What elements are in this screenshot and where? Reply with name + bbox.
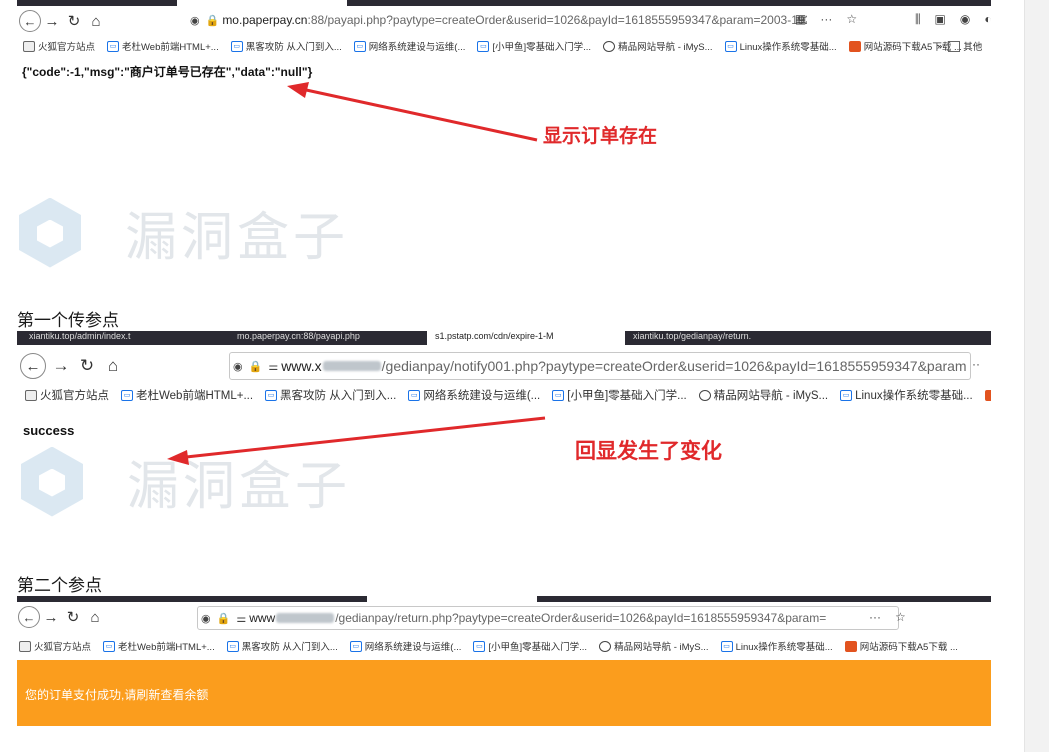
caption-first: 第一个传参点 bbox=[17, 311, 119, 331]
more-icon[interactable]: ··· bbox=[869, 610, 881, 624]
bookmark-item[interactable]: 精品网站导航 - iMyS... bbox=[599, 639, 709, 653]
url-path: /gedianpay/return.php?paytype=createOrde… bbox=[335, 611, 827, 625]
bookmark-item[interactable]: 网站源码下载A5下载 ... bbox=[844, 639, 958, 653]
bookmark-item[interactable]: ▭ 黑客攻防 从入门到入... bbox=[226, 639, 338, 653]
star-icon[interactable]: ☆ bbox=[895, 610, 906, 624]
back-arrow-icon[interactable]: ← bbox=[18, 606, 40, 628]
bookmark-item[interactable]: ▭ [小甲鱼]零基础入门学... bbox=[473, 639, 587, 653]
banner-message: 您的订单支付成功,请刷新查看余额 bbox=[25, 688, 209, 702]
a5-icon bbox=[844, 640, 857, 652]
reload-icon[interactable]: ↻ bbox=[62, 606, 84, 628]
url-host: www bbox=[249, 611, 276, 625]
bookmark-item[interactable]: ▭ Linux操作系统零基础... bbox=[720, 639, 833, 653]
bilibili-icon: ▭ bbox=[103, 640, 116, 652]
right-scroll-rail[interactable] bbox=[1024, 0, 1049, 752]
toolbar-right: ··· ☆ bbox=[869, 610, 906, 624]
bookmark-item[interactable]: ▭ 网络系统建设与运维(... bbox=[349, 639, 461, 653]
bilibili-icon: ▭ bbox=[349, 640, 362, 652]
screenshot-1: ← → ↻ ⌂ ◉ 🔒 mo.paperpay.cn :88/payapi.ph… bbox=[17, 0, 991, 290]
bookmarks-bar: 火狐官方站点 ▭ 老杜Web前端HTML+... ▭ 黑客攻防 从入门到入... ▭… bbox=[19, 638, 991, 654]
permissions-icon: ⚌ bbox=[236, 612, 247, 625]
globe-icon bbox=[599, 640, 612, 652]
red-arrow bbox=[167, 416, 546, 465]
annotation-label: 回显发生了变化 bbox=[575, 440, 722, 463]
redacted-domain bbox=[276, 613, 335, 623]
bilibili-icon: ▭ bbox=[720, 640, 733, 652]
tab-strip bbox=[17, 596, 991, 602]
caption-second: 第二个参点 bbox=[17, 576, 102, 596]
bookmark-item[interactable]: ▭ 老杜Web前端HTML+... bbox=[103, 639, 215, 653]
shield-icon: ◉ bbox=[201, 612, 211, 625]
bookmark-item[interactable]: 火狐官方站点 bbox=[19, 639, 91, 653]
screenshot-3: ← → ↻ ⌂ ◉ 🔒 ⚌ www /gedianpay/return.php?… bbox=[17, 596, 991, 732]
payment-success-banner: 您的订单支付成功,请刷新查看余额 bbox=[17, 660, 991, 726]
screenshot-2: xiantiku.top/admin/index.t mo.paperpay.c… bbox=[17, 331, 991, 546]
folder-icon bbox=[19, 640, 31, 652]
home-icon[interactable]: ⌂ bbox=[84, 606, 106, 628]
address-bar[interactable]: ◉ 🔒 ⚌ www /gedianpay/return.php?paytype=… bbox=[197, 606, 899, 630]
insecure-lock-icon: 🔒 bbox=[216, 612, 231, 625]
red-arrow bbox=[287, 82, 538, 142]
bilibili-icon: ▭ bbox=[226, 640, 239, 652]
annotation-label: 显示订单存在 bbox=[543, 126, 658, 147]
bilibili-icon: ▭ bbox=[473, 640, 486, 652]
forward-arrow-icon[interactable]: → bbox=[40, 606, 62, 628]
